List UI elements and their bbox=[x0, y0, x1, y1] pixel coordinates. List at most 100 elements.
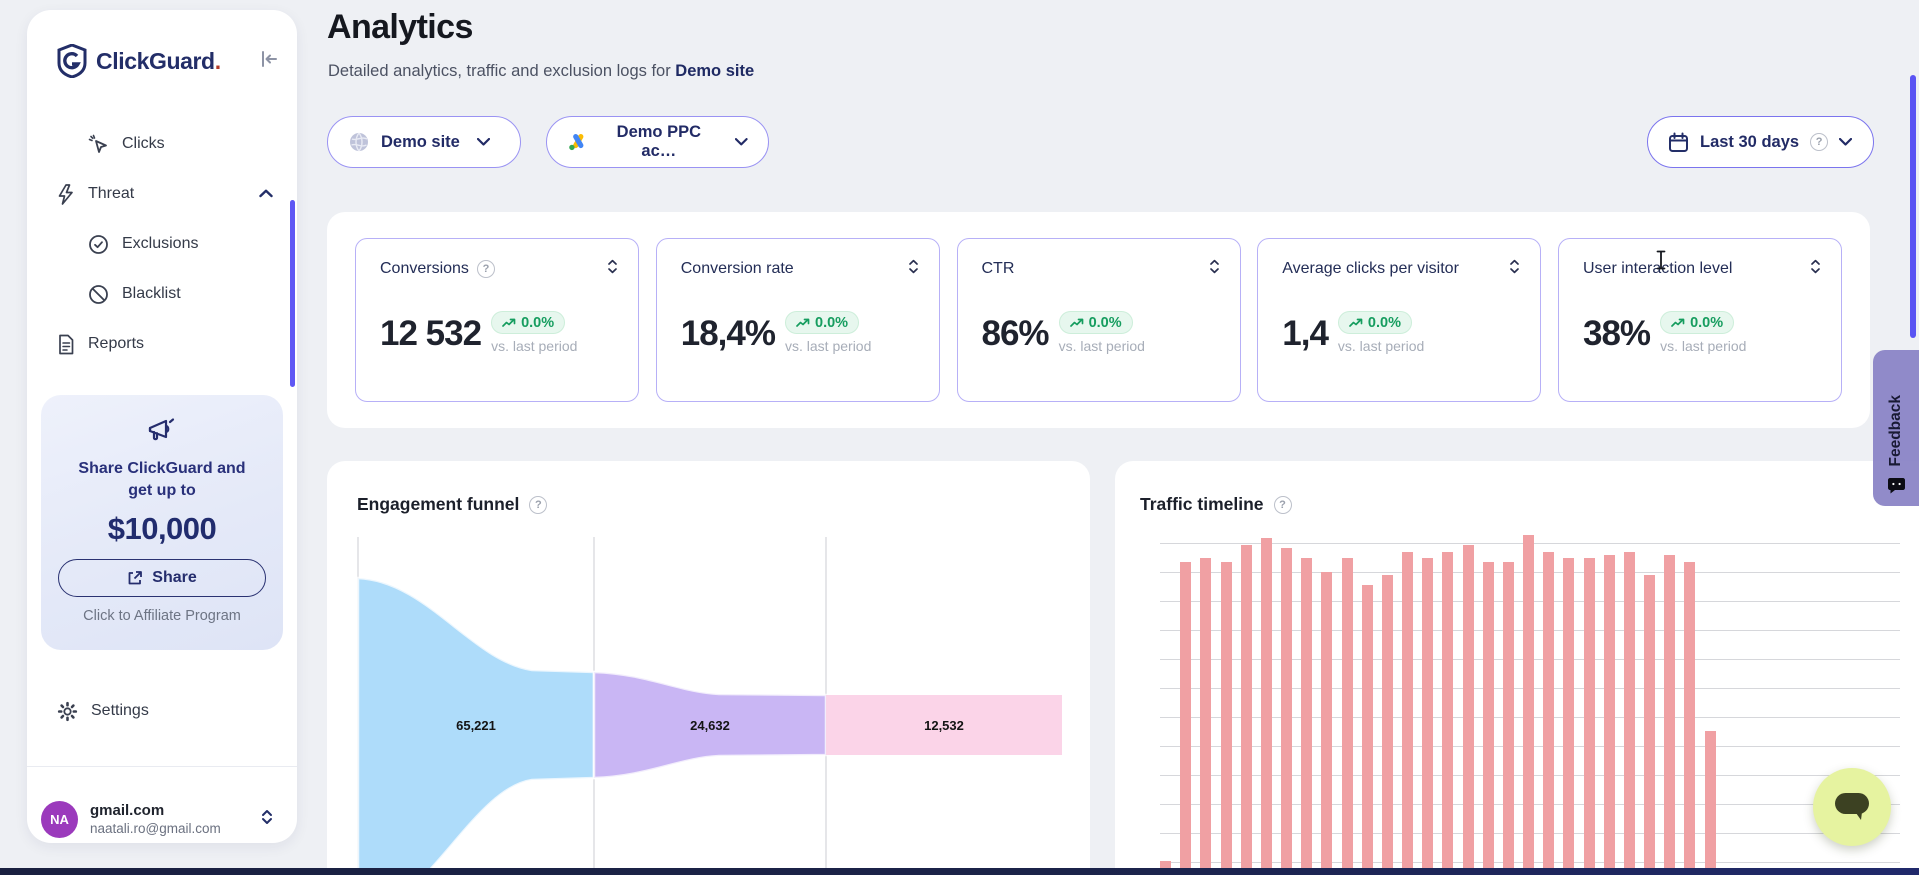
site-selector[interactable]: Demo site bbox=[327, 116, 521, 168]
traffic-bar bbox=[1422, 558, 1433, 868]
traffic-bar bbox=[1563, 558, 1574, 868]
document-icon bbox=[57, 334, 75, 355]
sidebar-item-label: Reports bbox=[88, 335, 144, 353]
ppc-account-selector[interactable]: Demo PPC ac… bbox=[546, 116, 769, 168]
traffic-bar bbox=[1624, 552, 1635, 868]
traffic-bar bbox=[1362, 585, 1373, 868]
vs-last-period: vs. last period bbox=[491, 338, 577, 354]
metric-switcher-icon[interactable] bbox=[607, 259, 618, 279]
external-link-icon bbox=[127, 570, 143, 586]
user-account[interactable]: NA gmail.com naatali.ro@gmail.com bbox=[41, 790, 283, 843]
stat-card-ctr: CTR 86% 0.0% vs. last period bbox=[957, 238, 1241, 402]
chevron-down-icon bbox=[1839, 138, 1852, 146]
megaphone-icon bbox=[146, 417, 178, 445]
traffic-bar bbox=[1261, 538, 1272, 868]
traffic-timeline-chart bbox=[1160, 535, 1900, 868]
traffic-bar bbox=[1402, 552, 1413, 868]
lightning-icon bbox=[57, 184, 75, 205]
traffic-bar bbox=[1604, 555, 1615, 868]
stat-value: 12 532 bbox=[380, 311, 481, 357]
share-button[interactable]: Share bbox=[58, 559, 266, 597]
sidebar-item-exclusions[interactable]: Exclusions bbox=[27, 225, 297, 263]
help-icon[interactable]: ? bbox=[477, 260, 495, 278]
metric-switcher-icon[interactable] bbox=[908, 259, 919, 279]
traffic-bar bbox=[1684, 562, 1695, 868]
sidebar-item-label: Threat bbox=[88, 185, 134, 203]
ppc-account-label: Demo PPC ac… bbox=[599, 123, 718, 161]
text-cursor bbox=[1655, 250, 1667, 270]
traffic-bar bbox=[1664, 555, 1675, 868]
funnel-title: Engagement funnel bbox=[357, 494, 519, 515]
avatar: NA bbox=[41, 801, 78, 838]
divider bbox=[27, 766, 297, 767]
traffic-bar bbox=[1523, 535, 1534, 868]
sidebar-item-settings[interactable]: Settings bbox=[27, 692, 297, 730]
chat-launcher-button[interactable] bbox=[1813, 768, 1891, 846]
subtitle-site-name: Demo site bbox=[675, 62, 754, 80]
brand-name: ClickGuard. bbox=[96, 48, 221, 75]
metric-switcher-icon[interactable] bbox=[1810, 259, 1821, 279]
traffic-bar bbox=[1442, 552, 1453, 868]
traffic-bar bbox=[1301, 558, 1312, 868]
traffic-bar bbox=[1543, 552, 1554, 868]
page-title: Analytics bbox=[327, 8, 473, 47]
help-icon[interactable]: ? bbox=[1274, 496, 1292, 514]
stat-label: Average clicks per visitor bbox=[1282, 260, 1459, 278]
clickguard-shield-icon bbox=[57, 44, 87, 78]
stat-card-interaction-level: User interaction level 38% 0.0% vs. last… bbox=[1558, 238, 1842, 402]
feedback-label: Feedback bbox=[1887, 395, 1905, 467]
stat-value: 86% bbox=[982, 311, 1049, 357]
funnel-value-2: 24,632 bbox=[690, 718, 730, 733]
chevron-down-icon bbox=[735, 138, 748, 146]
traffic-bar bbox=[1705, 731, 1716, 868]
traffic-title: Traffic timeline bbox=[1140, 494, 1264, 515]
account-switcher-icon[interactable] bbox=[261, 809, 273, 830]
speech-bubble-icon bbox=[1832, 791, 1872, 823]
sidebar-scroll-indicator[interactable] bbox=[290, 200, 295, 387]
badge-check-icon bbox=[88, 234, 109, 255]
cursor-click-icon bbox=[88, 134, 109, 155]
trend-up-icon bbox=[796, 318, 810, 328]
stat-label: Conversions bbox=[380, 260, 469, 278]
feedback-tab[interactable]: Feedback bbox=[1873, 350, 1919, 506]
vs-last-period: vs. last period bbox=[1059, 338, 1145, 354]
affiliate-link[interactable]: Click to Affiliate Program bbox=[41, 608, 283, 624]
promo-amount: $10,000 bbox=[41, 511, 283, 547]
engagement-funnel-chart: 65,221 24,632 12,532 bbox=[357, 537, 1062, 875]
sidebar-item-label: Blacklist bbox=[122, 285, 181, 303]
vs-last-period: vs. last period bbox=[785, 338, 871, 354]
sidebar-collapse-icon[interactable] bbox=[259, 50, 279, 73]
help-icon[interactable]: ? bbox=[1810, 133, 1828, 151]
stat-label: CTR bbox=[982, 260, 1015, 278]
affiliate-promo-card[interactable]: Share ClickGuard and get up to $10,000 S… bbox=[41, 395, 283, 650]
bottom-window-edge bbox=[0, 868, 1919, 875]
traffic-bar bbox=[1180, 562, 1191, 868]
traffic-bar bbox=[1160, 861, 1171, 868]
sidebar-item-reports[interactable]: Reports bbox=[27, 325, 297, 363]
stat-card-avg-clicks: Average clicks per visitor 1,4 0.0% vs. … bbox=[1257, 238, 1541, 402]
help-icon[interactable]: ? bbox=[529, 496, 547, 514]
traffic-bar bbox=[1463, 545, 1474, 868]
sidebar-item-blacklist[interactable]: Blacklist bbox=[27, 275, 297, 313]
metric-switcher-icon[interactable] bbox=[1209, 259, 1220, 279]
metric-switcher-icon[interactable] bbox=[1509, 259, 1520, 279]
sidebar-item-label: Clicks bbox=[122, 135, 165, 153]
sidebar-item-label: Settings bbox=[91, 702, 149, 720]
traffic-bar bbox=[1503, 562, 1514, 868]
page-subtitle: Detailed analytics, traffic and exclusio… bbox=[328, 62, 754, 81]
traffic-bar bbox=[1221, 562, 1232, 868]
trend-up-icon bbox=[1349, 318, 1363, 328]
traffic-bar bbox=[1342, 558, 1353, 868]
stat-card-conversion-rate: Conversion rate 18,4% 0.0% vs. last peri… bbox=[656, 238, 940, 402]
sidebar-item-clicks[interactable]: Clicks bbox=[27, 125, 297, 163]
page-scrollbar[interactable] bbox=[1910, 75, 1916, 338]
chevron-up-icon[interactable] bbox=[259, 185, 273, 203]
sidebar-item-threat[interactable]: Threat bbox=[27, 175, 297, 213]
gear-icon bbox=[57, 701, 78, 722]
stat-value: 38% bbox=[1583, 311, 1650, 357]
sidebar-item-label: Exclusions bbox=[122, 235, 198, 253]
date-range-selector[interactable]: Last 30 days ? bbox=[1647, 116, 1874, 168]
stat-value: 18,4% bbox=[681, 311, 775, 357]
google-ads-icon bbox=[567, 132, 588, 152]
logo: ClickGuard. bbox=[57, 44, 279, 78]
